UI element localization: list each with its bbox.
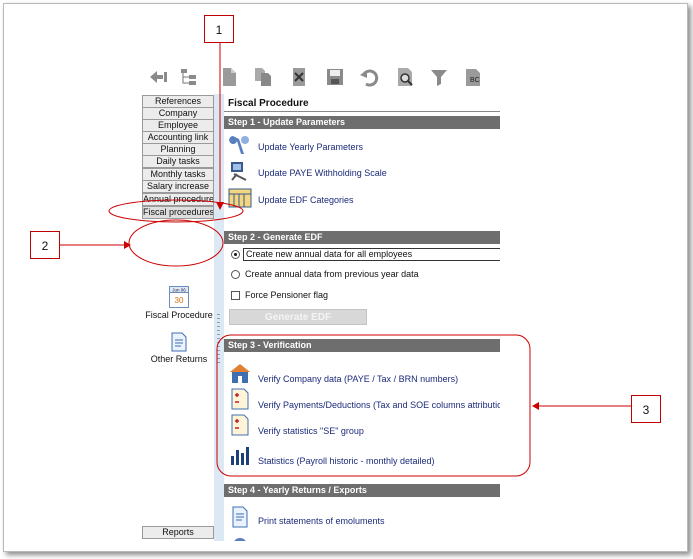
annotation-overlay xyxy=(60,43,631,477)
callout-3: 3 xyxy=(631,395,661,423)
arrow-3-head xyxy=(532,402,539,410)
arrow-1-head xyxy=(216,202,224,210)
highlight-verification-section xyxy=(216,334,531,477)
highlight-fiscal-procedure-shortcut xyxy=(128,219,224,267)
callout-2: 2 xyxy=(30,231,60,259)
callout-1: 1 xyxy=(204,15,234,43)
